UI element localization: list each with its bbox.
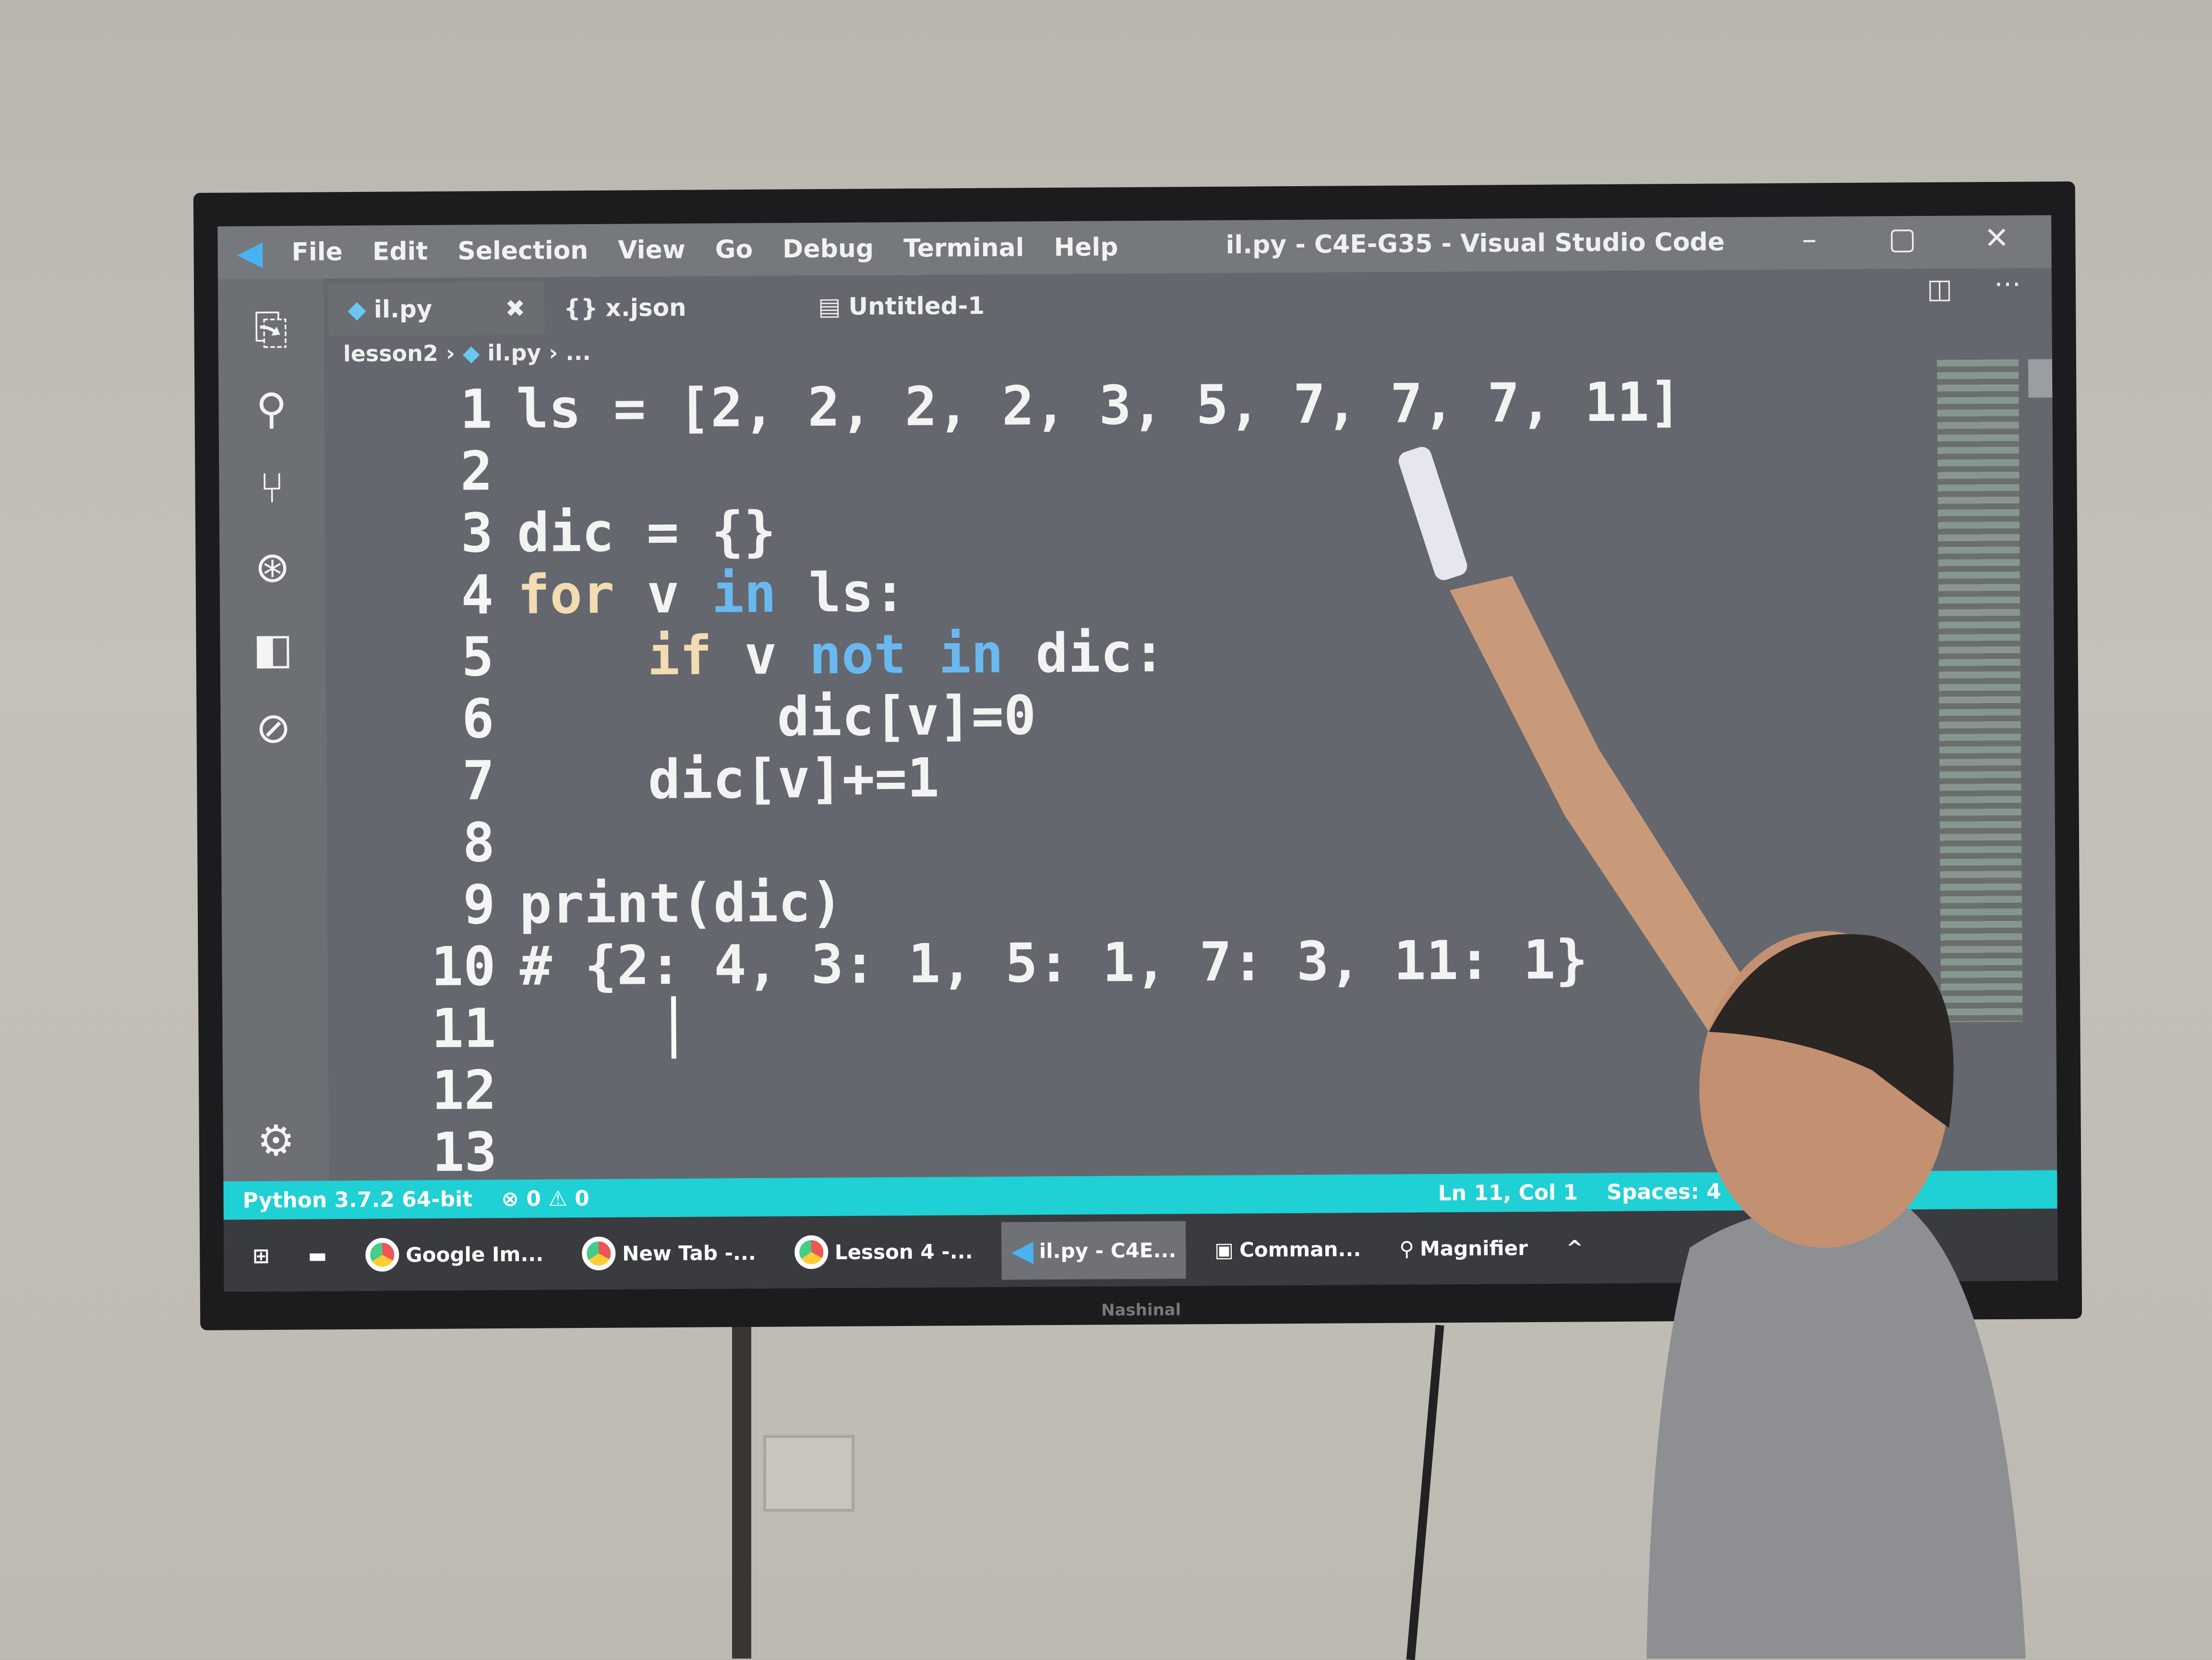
presenter: [1398, 447, 2026, 1659]
presenter-body: [1647, 1205, 2026, 1659]
marker-pen: [1398, 447, 1467, 580]
presenter-arm: [1450, 576, 1747, 1032]
